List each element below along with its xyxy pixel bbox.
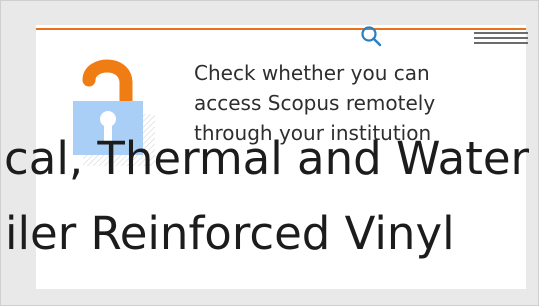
article-title-line-2: iler Reinforced Vinyl: [5, 207, 455, 260]
header-accent-line: [36, 28, 526, 30]
promo-line-1: Check whether you can: [194, 61, 430, 85]
article-title-line-1: cal, Thermal and Water: [4, 132, 530, 185]
hamburger-menu-icon[interactable]: [474, 30, 528, 48]
promo-line-2: access Scopus remotely: [194, 91, 436, 115]
search-icon[interactable]: [356, 25, 384, 49]
page-background: Check whether you can access Scopus remo…: [0, 0, 539, 306]
